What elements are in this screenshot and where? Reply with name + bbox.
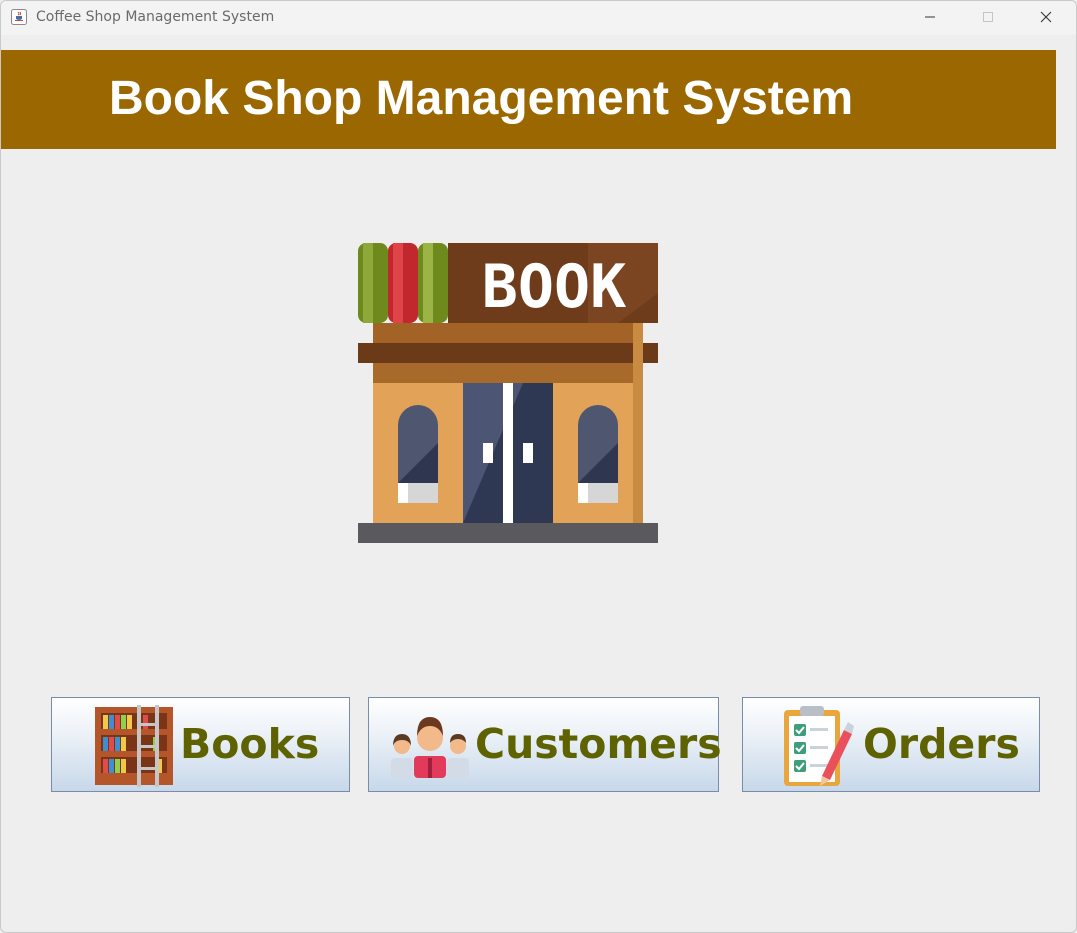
customers-label: Customers [475,720,722,768]
orders-label: Orders [863,720,1020,768]
sign-text: BOOK [482,252,627,322]
books-label: Books [180,720,320,768]
close-icon [1040,11,1052,23]
books-button[interactable]: Books [51,697,350,792]
orders-button[interactable]: Orders [742,697,1040,792]
bookstore-icon: BOOK [358,243,658,543]
maximize-button[interactable] [959,1,1017,33]
maximize-icon [983,12,993,22]
app-window: Coffee Shop Management System Book Shop … [0,0,1077,933]
window-title: Coffee Shop Management System [36,9,275,25]
clipboard-checklist-icon [784,706,854,786]
title-bar: Coffee Shop Management System [1,1,1076,35]
customers-button[interactable]: Customers [368,697,722,792]
page-title: Book Shop Management System [109,72,854,125]
minimize-button[interactable] [901,1,959,33]
customers-icon [391,717,469,778]
java-app-icon [11,9,27,25]
close-button[interactable] [1017,1,1075,33]
minimize-icon [925,16,935,18]
bookshelf-icon [95,705,173,787]
